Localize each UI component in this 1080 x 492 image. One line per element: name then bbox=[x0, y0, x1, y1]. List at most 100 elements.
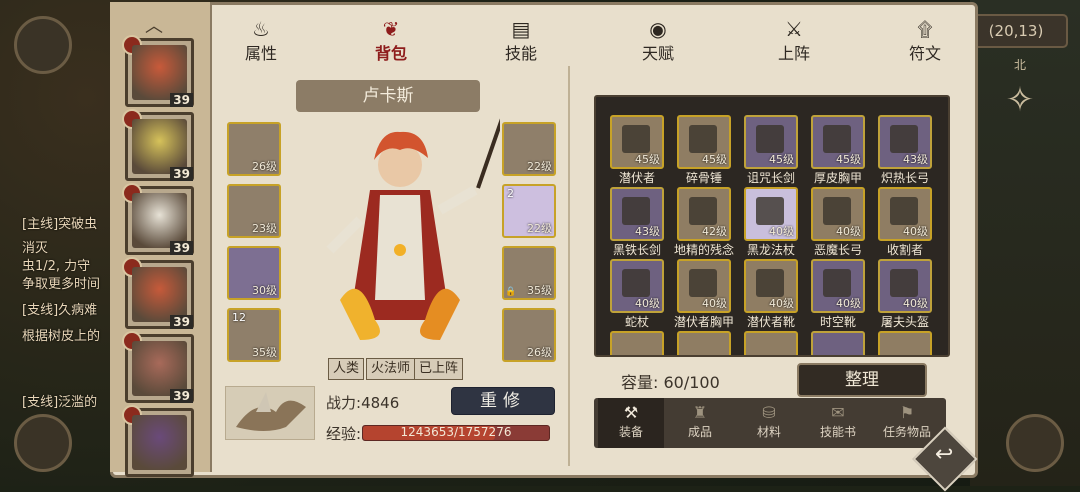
subtab-label: 材料 bbox=[756, 425, 781, 439]
inventory-item[interactable] bbox=[677, 331, 731, 355]
scroll-up-icon[interactable]: ︿ bbox=[145, 12, 163, 38]
griffin-icon bbox=[236, 392, 306, 431]
inventory-item[interactable]: 40级 bbox=[811, 259, 865, 313]
hero-level: 39 bbox=[170, 167, 193, 181]
item-name: 诅咒长剑 bbox=[746, 171, 795, 185]
inventory-item[interactable] bbox=[610, 331, 664, 355]
hero-card[interactable]: 39 bbox=[122, 331, 194, 403]
scroll-icon: ✉ bbox=[831, 403, 845, 422]
equipment-slot[interactable]: 2 22级 bbox=[502, 184, 556, 238]
hero-level: 39 bbox=[170, 241, 193, 255]
equipment-slot[interactable]: 12 35级 bbox=[227, 308, 281, 362]
hero-card[interactable] bbox=[122, 405, 194, 477]
hero-card[interactable]: 39 bbox=[122, 35, 194, 107]
tab-label: 上阵 bbox=[777, 44, 810, 63]
tab-label: 属性 bbox=[244, 44, 277, 63]
equipment-slot[interactable]: 🔒 35级 bbox=[502, 246, 556, 300]
item-level: 43级 bbox=[635, 225, 660, 238]
hero-portrait bbox=[132, 45, 187, 100]
subtab-scroll[interactable]: ✉ 技能书 bbox=[805, 398, 871, 448]
equipment-slot[interactable]: 22级 bbox=[502, 122, 556, 176]
player-avatar-button[interactable] bbox=[14, 16, 72, 74]
quest-line[interactable]: 争取更多时间 bbox=[22, 276, 112, 294]
inventory-grid[interactable]: 45级 潜伏者 45级 碎骨锤 45级 诅咒长剑 45级 厚皮胸甲 43级 炽热长弓 43级 黑铁长剑… bbox=[594, 95, 950, 357]
item-name: 黑铁长剑 bbox=[612, 243, 661, 257]
hero-portrait bbox=[132, 193, 187, 248]
sort-button[interactable]: 整理 bbox=[797, 363, 927, 397]
inventory-item[interactable]: 45级 bbox=[610, 115, 664, 169]
hero-card[interactable]: 39 bbox=[122, 183, 194, 255]
crossed-swords-icon: ⚔ bbox=[785, 17, 803, 41]
pet-slot[interactable] bbox=[225, 386, 315, 440]
item-name: 炽热长弓 bbox=[880, 171, 929, 185]
quest-line[interactable]: [支线]泛滥的 bbox=[22, 394, 112, 412]
item-icon bbox=[890, 197, 918, 225]
flame-icon: ♨ bbox=[252, 17, 270, 41]
inventory-item[interactable]: 43级 bbox=[878, 115, 932, 169]
quest-line[interactable]: 根据树皮上的 bbox=[22, 328, 112, 346]
sack-icon: ⛁ bbox=[762, 403, 776, 422]
tab-eye[interactable]: ◉ 天赋 bbox=[613, 6, 703, 66]
inventory-item[interactable]: 40级 bbox=[677, 259, 731, 313]
inventory-item[interactable]: 40级 bbox=[744, 187, 798, 241]
tab-crossed-swords[interactable]: ⚔ 上阵 bbox=[749, 6, 839, 66]
hero-card[interactable]: 39 bbox=[122, 257, 194, 329]
quest-line[interactable]: [支线]久病难 bbox=[22, 302, 112, 320]
inventory-item[interactable]: 45级 bbox=[677, 115, 731, 169]
item-level: 40级 bbox=[769, 297, 794, 310]
slot-level: 26级 bbox=[527, 346, 552, 359]
anvil-icon: ⚒ bbox=[623, 403, 639, 422]
inventory-item[interactable] bbox=[744, 331, 798, 355]
inventory-item[interactable]: 40级 bbox=[878, 259, 932, 313]
item-level: 40级 bbox=[836, 225, 861, 238]
inventory-item[interactable]: 45级 bbox=[811, 115, 865, 169]
divider bbox=[568, 66, 570, 466]
inventory-item[interactable]: 42级 bbox=[677, 187, 731, 241]
inventory-item[interactable]: 40级 bbox=[744, 259, 798, 313]
equipment-slot[interactable]: 23级 bbox=[227, 184, 281, 238]
quest-line[interactable]: 消灭 bbox=[22, 240, 112, 258]
quest-line[interactable]: 虫1/2, 力守 bbox=[22, 258, 112, 276]
inventory-item[interactable]: 43级 bbox=[610, 187, 664, 241]
quest-line[interactable]: [主线]突破虫 bbox=[22, 216, 112, 234]
combat-power-value: 4846 bbox=[361, 394, 400, 412]
equipment-slot[interactable]: 30级 bbox=[227, 246, 281, 300]
inventory-item[interactable] bbox=[811, 331, 865, 355]
tab-book[interactable]: ▤ 技能 bbox=[476, 6, 566, 66]
subtab-sack[interactable]: ⛁ 材料 bbox=[736, 398, 802, 448]
inventory-item[interactable] bbox=[878, 331, 932, 355]
pouch-icon: ♜ bbox=[692, 403, 708, 422]
tab-flame[interactable]: ♨ 属性 bbox=[216, 6, 306, 66]
tab-rune[interactable]: ۩ 符文 bbox=[880, 6, 970, 66]
slot-count: 2 bbox=[507, 187, 514, 200]
item-level: 40级 bbox=[836, 297, 861, 310]
inventory-item[interactable]: 45级 bbox=[744, 115, 798, 169]
combat-power: 战力:4846 bbox=[326, 392, 399, 413]
exp-text: 1243653/1757276 bbox=[400, 425, 512, 439]
item-icon bbox=[756, 125, 784, 153]
hero-card[interactable]: 39 bbox=[122, 109, 194, 181]
item-icon bbox=[823, 125, 851, 153]
inventory-item[interactable]: 40级 bbox=[811, 187, 865, 241]
hero-portrait bbox=[132, 267, 187, 322]
lock-icon: 🔒 bbox=[505, 287, 517, 297]
inventory-item[interactable]: 40级 bbox=[610, 259, 664, 313]
item-level: 45级 bbox=[635, 153, 660, 166]
subtab-anvil[interactable]: ⚒ 装备 bbox=[598, 398, 664, 448]
capacity-display: 容量: 60/100 bbox=[621, 369, 720, 393]
coordinate-display: (20,13) bbox=[964, 14, 1068, 48]
item-name: 蛇杖 bbox=[624, 315, 649, 329]
equipment-slot[interactable]: 26级 bbox=[227, 122, 281, 176]
hero-portrait bbox=[132, 341, 187, 396]
rune-icon: ۩ bbox=[917, 17, 933, 41]
home-button[interactable] bbox=[1006, 414, 1064, 472]
tab-bag[interactable]: ❦ 背包 bbox=[346, 6, 436, 66]
hero-portrait bbox=[132, 119, 187, 174]
inventory-item[interactable]: 40级 bbox=[878, 187, 932, 241]
subtab-pouch[interactable]: ♜ 成品 bbox=[667, 398, 733, 448]
item-icon bbox=[689, 269, 717, 297]
chat-button[interactable] bbox=[14, 414, 72, 472]
item-icon bbox=[756, 197, 784, 225]
equipment-slot[interactable]: 26级 bbox=[502, 308, 556, 362]
rebuild-button[interactable]: 重修 bbox=[451, 387, 555, 415]
